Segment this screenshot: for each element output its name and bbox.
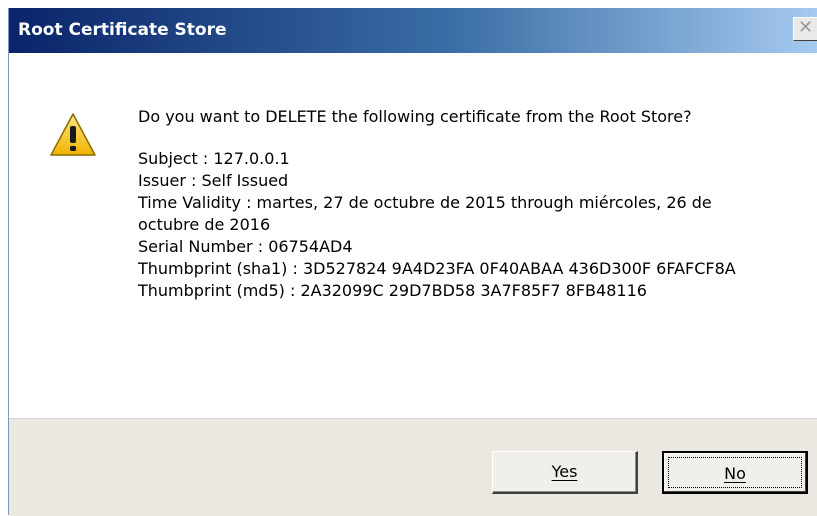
close-icon[interactable]: ✕	[793, 17, 817, 41]
issuer-line: Issuer : Self Issued	[138, 171, 289, 190]
window-title: Root Certificate Store	[18, 20, 227, 40]
certificate-details: Subject : 127.0.0.1 Issuer : Self Issued…	[138, 148, 778, 302]
title-bar[interactable]: Root Certificate Store ✕	[9, 8, 817, 53]
thumbprint-sha1-line: Thumbprint (sha1) : 3D527824 9A4D23FA 0F…	[138, 259, 736, 278]
root-certificate-store-dialog: Root Certificate Store ✕ Do you want to …	[8, 8, 817, 516]
yes-button[interactable]: Yes	[492, 451, 638, 494]
delete-question: Do you want to DELETE the following cert…	[138, 107, 692, 126]
yes-button-label: Yes	[551, 462, 578, 481]
subject-line: Subject : 127.0.0.1	[138, 149, 290, 168]
no-button[interactable]: No	[662, 451, 808, 494]
button-bar: Yes No	[9, 418, 817, 516]
message-area: Do you want to DELETE the following cert…	[138, 106, 778, 302]
focus-ring: No	[668, 457, 802, 488]
dialog-content: Do you want to DELETE the following cert…	[9, 53, 817, 418]
time-validity-line: Time Validity : martes, 27 de octubre de…	[138, 193, 712, 234]
thumbprint-md5-line: Thumbprint (md5) : 2A32099C 29D7BD58 3A7…	[138, 281, 647, 300]
serial-number-line: Serial Number : 06754AD4	[138, 237, 353, 256]
no-button-label: No	[724, 464, 746, 483]
warning-triangle-icon	[50, 113, 96, 156]
